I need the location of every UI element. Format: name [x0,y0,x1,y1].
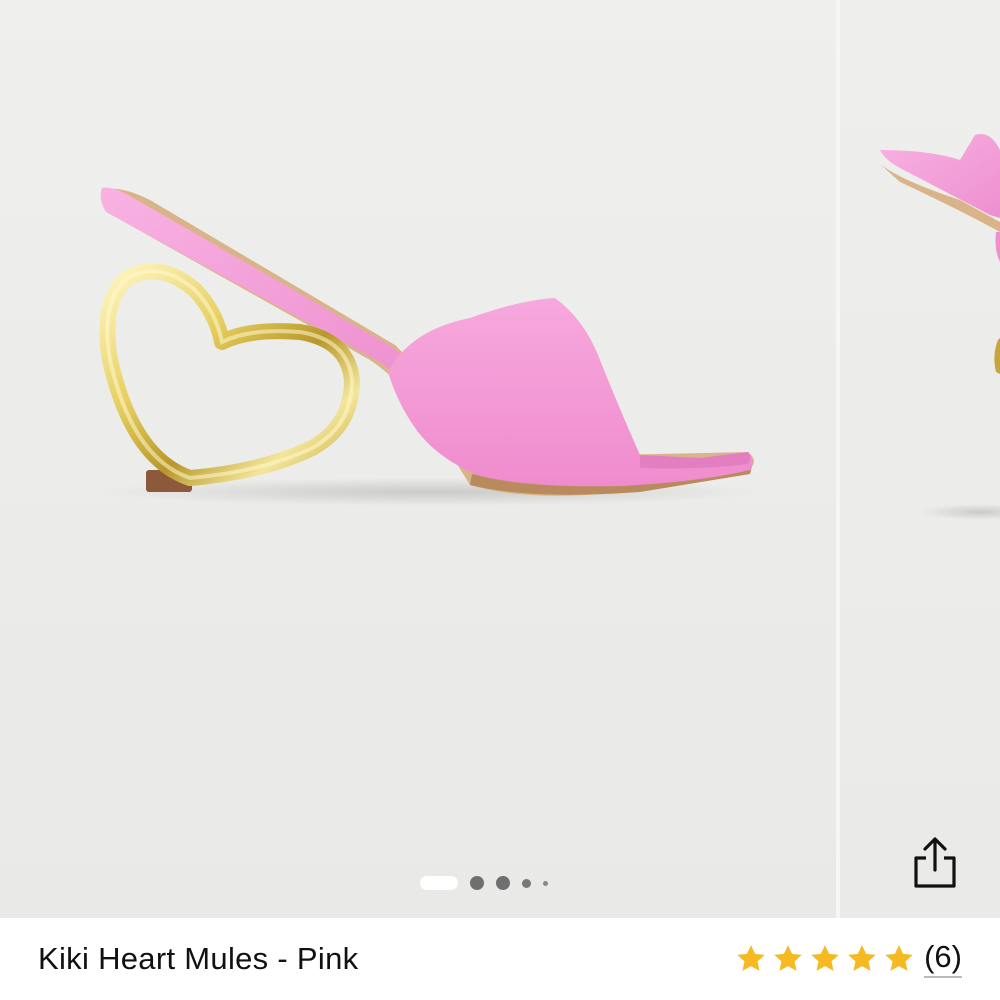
next-slide-heel [994,338,1000,374]
share-icon [914,837,956,888]
pagination-dot-1-active[interactable] [420,876,458,890]
star-icon [848,945,876,971]
pagination-dot-2[interactable] [470,876,484,890]
product-rating[interactable]: (6) [734,939,962,979]
star-icon [811,945,839,971]
gallery-pagination [420,874,548,892]
next-slide-shadow [920,504,1000,520]
product-title: Kiki Heart Mules - Pink [38,941,359,976]
pagination-dot-4[interactable] [522,878,531,888]
next-slide-strap-edge [995,232,1000,262]
product-page: Kiki Heart Mules - Pink (6) [0,0,1000,1000]
review-count-link[interactable]: (6) [924,939,962,979]
pagination-dot-3[interactable] [496,876,510,890]
rating-stars [734,942,916,976]
star-icon [774,945,802,971]
product-image-gallery[interactable] [0,0,1000,918]
product-image [99,134,1000,520]
pagination-dot-5[interactable] [543,880,548,886]
star-icon [737,945,765,971]
star-icon [885,945,913,971]
product-info-bar: Kiki Heart Mules - Pink (6) [0,918,1000,1000]
share-button[interactable] [904,834,966,894]
